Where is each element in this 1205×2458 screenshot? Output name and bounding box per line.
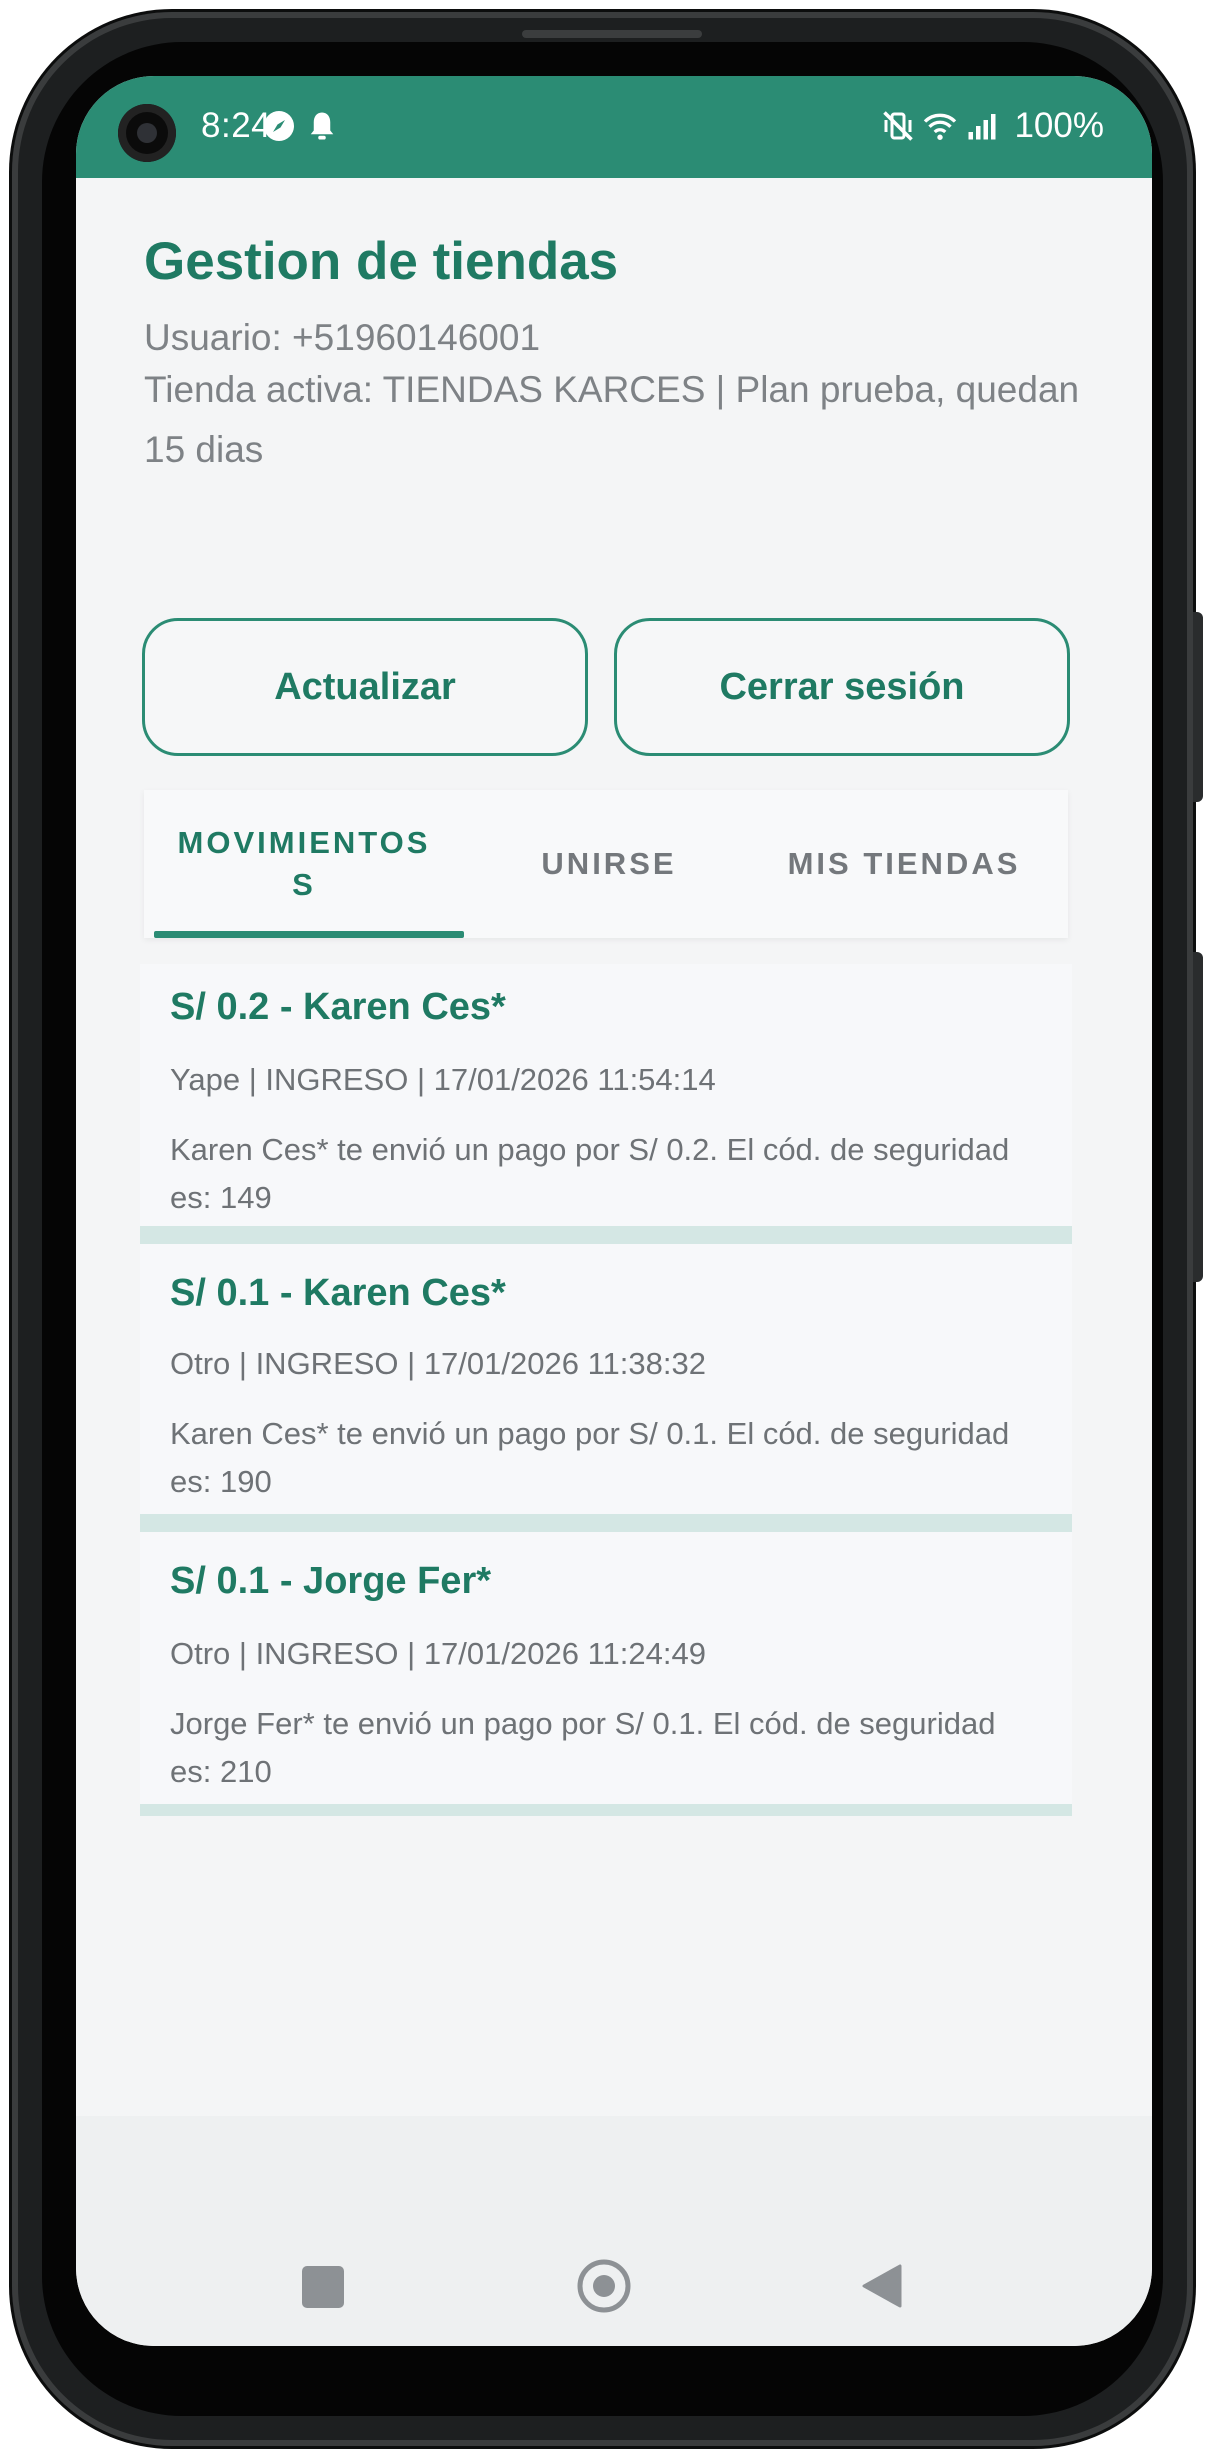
active-tab-indicator [154,931,464,938]
camera-cutout [118,104,176,162]
tab-unirse[interactable]: UNIRSE [484,790,734,938]
volume-button [1193,952,1203,1282]
tab-mis-tiendas[interactable]: MIS TIENDAS [754,790,1054,938]
card-divider [140,1226,1072,1244]
active-store-info: Tienda activa: TIENDAS KARCES | Plan pru… [144,369,1080,470]
phone-frame: 8:24 100% Gestion de tiendas Usuario: +5… [12,12,1203,2446]
refresh-button[interactable]: Actualizar [142,618,588,756]
status-bar: 8:24 100% [76,76,1152,178]
page-title: Gestion de tiendas [144,232,619,291]
screen: 8:24 100% Gestion de tiendas Usuario: +5… [76,76,1152,2346]
back-triangle-icon[interactable] [856,2260,908,2312]
wifi-icon [922,108,958,144]
user-info: Usuario: +51960146001 [144,317,541,358]
movement-title: S/ 0.2 - Karen Ces* [170,986,506,1028]
speaker-slot [522,30,702,38]
tab-movimientos-label-line1: MOVIMIENTOS [177,825,431,860]
tab-bar: MOVIMIENTOS S UNIRSE MIS TIENDAS [144,790,1068,938]
battery-level: 100% [1014,106,1104,145]
system-nav-bar [76,2116,1152,2346]
card-divider [140,1514,1072,1532]
movement-description: Karen Ces* te envió un pago por S/ 0.1. … [170,1416,1010,1499]
power-button [1193,612,1203,802]
movement-title: S/ 0.1 - Karen Ces* [170,1272,506,1314]
vibrate-off-icon [880,108,916,144]
signal-icon [964,108,1000,144]
movement-card[interactable]: S/ 0.2 - Karen Ces* Yape | INGRESO | 17/… [140,964,1072,1226]
tab-movimientos-label-line2: S [292,867,316,902]
tab-movimientos-label: MOVIMIENTOS S [169,822,439,906]
notification-bell-icon [304,108,340,144]
movement-card[interactable]: S/ 0.1 - Jorge Fer* Otro | INGRESO | 17/… [140,1532,1072,1804]
movement-meta: Yape | INGRESO | 17/01/2026 11:54:14 [170,1062,716,1097]
movement-meta: Otro | INGRESO | 17/01/2026 11:38:32 [170,1346,706,1381]
movement-description: Karen Ces* te envió un pago por S/ 0.2. … [170,1132,1010,1215]
compass-icon [261,108,297,144]
card-divider [140,1804,1072,1816]
recents-square-icon[interactable] [302,2266,344,2308]
movement-description: Jorge Fer* te envió un pago por S/ 0.1. … [170,1706,996,1789]
tab-movimientos[interactable]: MOVIMIENTOS S [144,790,464,938]
logout-button[interactable]: Cerrar sesión [614,618,1070,756]
home-circle-icon[interactable] [576,2258,632,2314]
movement-title: S/ 0.1 - Jorge Fer* [170,1560,492,1602]
movement-meta: Otro | INGRESO | 17/01/2026 11:24:49 [170,1636,706,1671]
movement-card[interactable]: S/ 0.1 - Karen Ces* Otro | INGRESO | 17/… [140,1244,1072,1514]
